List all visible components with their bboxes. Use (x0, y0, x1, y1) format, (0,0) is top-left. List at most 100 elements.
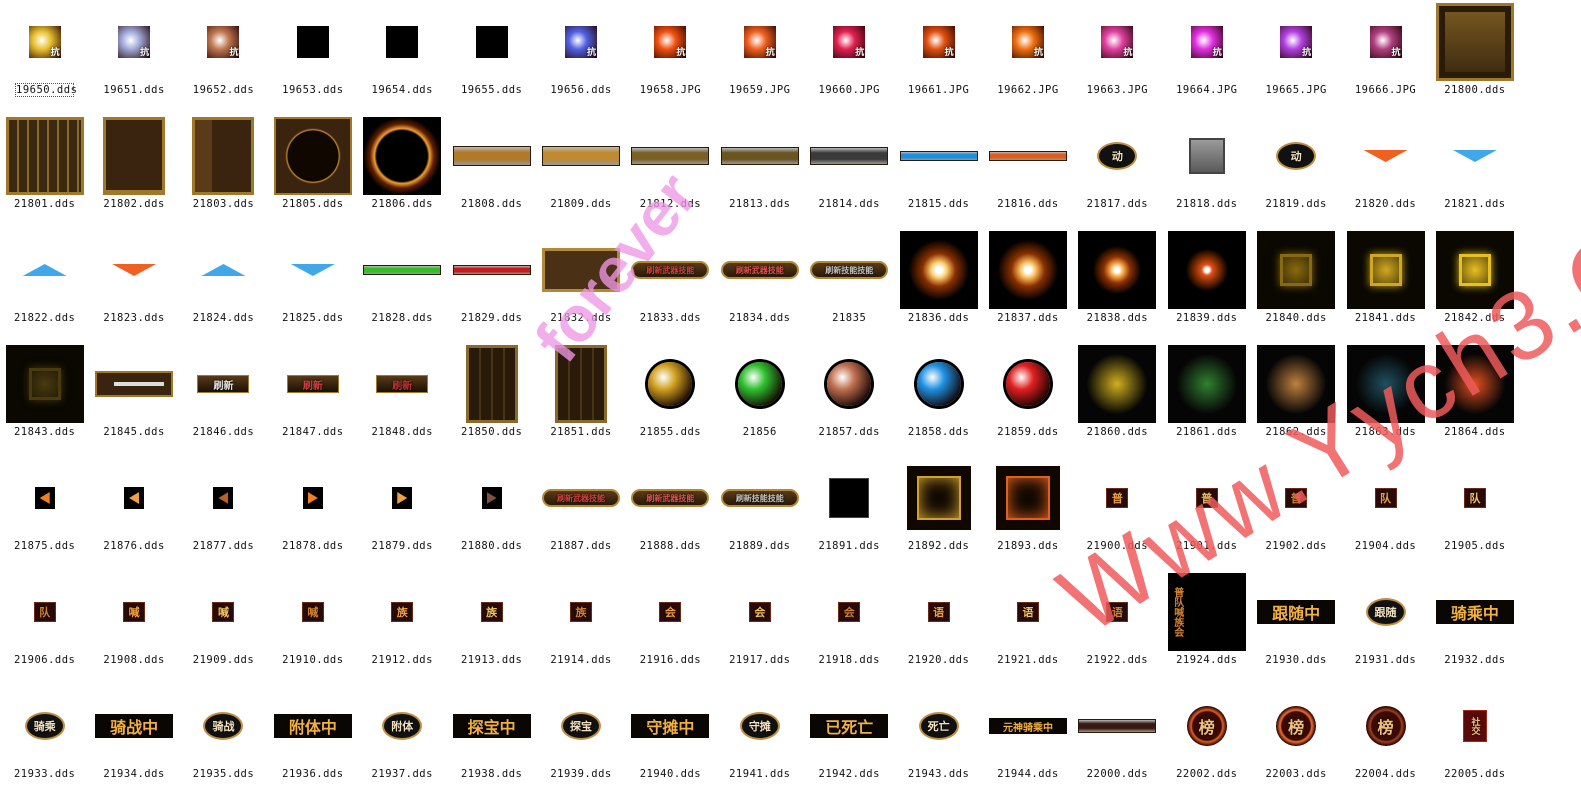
file-thumbnail[interactable]: 抗 (743, 26, 776, 58)
file-thumbnail[interactable]: 抗 (1101, 26, 1134, 58)
file-item[interactable]: 榜 22002.dds (1162, 684, 1251, 798)
file-item[interactable]: 21815.dds (894, 114, 983, 228)
file-name-label[interactable]: 19661.JPG (894, 84, 983, 96)
file-name-label[interactable]: 21803.dds (179, 198, 268, 210)
file-thumbnail[interactable] (95, 371, 174, 397)
file-thumbnail[interactable] (916, 362, 961, 406)
file-item[interactable]: 刷新技能技能 21835 (805, 228, 894, 342)
file-item[interactable]: 21813.dds (715, 114, 804, 228)
file-item[interactable]: 附体 21937.dds (358, 684, 447, 798)
file-name-label[interactable]: 19663.JPG (1073, 84, 1162, 96)
file-item[interactable]: 21840.dds (1251, 228, 1340, 342)
file-item[interactable]: 骑战 21935.dds (179, 684, 268, 798)
file-name-label[interactable]: 19653.dds (268, 84, 357, 96)
file-thumbnail[interactable]: 刷新武器技能 (631, 489, 710, 507)
file-name-label[interactable]: 21802.dds (89, 198, 178, 210)
file-item[interactable]: 动 21817.dds (1073, 114, 1162, 228)
file-name-label[interactable]: 21905.dds (1430, 540, 1519, 552)
file-item[interactable]: 附体中 21936.dds (268, 684, 357, 798)
file-item[interactable]: 21837.dds (983, 228, 1072, 342)
file-thumbnail[interactable]: 队 (1374, 488, 1397, 508)
file-item[interactable]: 21851.dds (536, 342, 625, 456)
file-thumbnail[interactable]: 死亡 (918, 712, 959, 740)
file-name-label[interactable]: 21939.dds (536, 768, 625, 780)
file-thumbnail[interactable]: 刷新 (376, 375, 429, 393)
file-item[interactable]: 社交 22005.dds (1430, 684, 1519, 798)
file-item[interactable]: 刷新技能技能 21889.dds (715, 456, 804, 570)
file-name-label[interactable]: 21862.dds (1251, 426, 1340, 438)
file-item[interactable]: 21809.dds (536, 114, 625, 228)
file-thumbnail[interactable] (1078, 231, 1157, 309)
file-item[interactable]: 21820.dds (1341, 114, 1430, 228)
file-name-label[interactable]: 19664.JPG (1162, 84, 1251, 96)
file-item[interactable]: 21892.dds (894, 456, 983, 570)
file-name-label[interactable]: 21893.dds (983, 540, 1072, 552)
file-name-label[interactable]: 21806.dds (358, 198, 447, 210)
file-thumbnail[interactable]: 已死亡 (810, 714, 889, 738)
file-name-label[interactable]: 21935.dds (179, 768, 268, 780)
file-name-label[interactable]: 19656.dds (536, 84, 625, 96)
file-thumbnail[interactable]: 刷新 (286, 375, 339, 393)
file-name-label[interactable]: 21846.dds (179, 426, 268, 438)
file-name-label[interactable]: 19658.JPG (626, 84, 715, 96)
file-thumbnail[interactable] (124, 487, 145, 509)
file-item[interactable]: 抗 19663.JPG (1073, 0, 1162, 114)
file-thumbnail[interactable]: 刷新武器技能 (720, 261, 799, 279)
file-name-label[interactable]: 22004.dds (1341, 768, 1430, 780)
file-name-label[interactable]: 21888.dds (626, 540, 715, 552)
file-thumbnail[interactable] (988, 151, 1067, 161)
file-name-label[interactable]: 19652.dds (179, 84, 268, 96)
file-thumbnail[interactable]: 抗 (565, 26, 598, 58)
file-name-label[interactable]: 21823.dds (89, 312, 178, 324)
file-thumbnail[interactable] (1435, 3, 1514, 81)
file-thumbnail[interactable] (899, 151, 978, 161)
file-name-label[interactable]: 21847.dds (268, 426, 357, 438)
file-thumbnail[interactable] (631, 147, 710, 165)
file-name-label[interactable]: 21918.dds (805, 654, 894, 666)
file-item[interactable]: 元神骑乘中 21944.dds (983, 684, 1072, 798)
file-thumbnail[interactable] (452, 265, 531, 275)
file-name-label[interactable]: 21892.dds (894, 540, 983, 552)
file-thumbnail[interactable] (1346, 231, 1425, 309)
file-item[interactable]: 跟随 21931.dds (1341, 570, 1430, 684)
file-thumbnail[interactable] (988, 231, 1067, 309)
file-name-label[interactable]: 21937.dds (358, 768, 447, 780)
file-thumbnail[interactable]: 榜 (1276, 706, 1317, 746)
file-name-label[interactable]: 21822.dds (0, 312, 89, 324)
file-item[interactable]: 刷新武器技能 21834.dds (715, 228, 804, 342)
file-thumbnail[interactable]: 抗 (118, 26, 151, 58)
file-item[interactable]: 21823.dds (89, 228, 178, 342)
file-thumbnail[interactable]: 动 (1097, 142, 1138, 170)
file-name-label[interactable]: 19651.dds (89, 84, 178, 96)
file-item[interactable]: 21839.dds (1162, 228, 1251, 342)
file-item[interactable]: 21825.dds (268, 228, 357, 342)
file-item[interactable]: 刷新武器技能 21833.dds (626, 228, 715, 342)
file-thumbnail[interactable] (720, 147, 799, 165)
file-item[interactable]: 21876.dds (89, 456, 178, 570)
file-name-label[interactable]: 21906.dds (0, 654, 89, 666)
file-thumbnail[interactable]: 刷新 (197, 375, 250, 393)
file-thumbnail[interactable]: 刷新武器技能 (631, 261, 710, 279)
file-thumbnail[interactable]: 跟随中 (1257, 600, 1336, 624)
file-name-label[interactable]: 21808.dds (447, 198, 536, 210)
file-name-label[interactable]: 21820.dds (1341, 198, 1430, 210)
file-item[interactable]: 语 21920.dds (894, 570, 983, 684)
file-thumbnail[interactable] (827, 362, 872, 406)
file-item[interactable]: 21821.dds (1430, 114, 1519, 228)
file-item[interactable]: 骑战中 21934.dds (89, 684, 178, 798)
file-name-label[interactable]: 21920.dds (894, 654, 983, 666)
file-thumbnail[interactable] (1257, 345, 1336, 423)
file-thumbnail[interactable]: 抗 (833, 26, 866, 58)
file-thumbnail[interactable] (1167, 345, 1246, 423)
file-item[interactable]: 刷新武器技能 21888.dds (626, 456, 715, 570)
file-thumbnail[interactable] (829, 478, 870, 518)
file-thumbnail[interactable] (1452, 150, 1497, 162)
file-name-label[interactable]: 21834.dds (715, 312, 804, 324)
file-name-label[interactable]: 19659.JPG (715, 84, 804, 96)
file-item[interactable]: 语 21922.dds (1073, 570, 1162, 684)
file-thumbnail[interactable]: 附体中 (273, 714, 352, 738)
file-thumbnail[interactable] (542, 248, 621, 292)
file-item[interactable]: 21806.dds (358, 114, 447, 228)
file-thumbnail[interactable] (899, 231, 978, 309)
file-thumbnail[interactable] (103, 117, 166, 195)
